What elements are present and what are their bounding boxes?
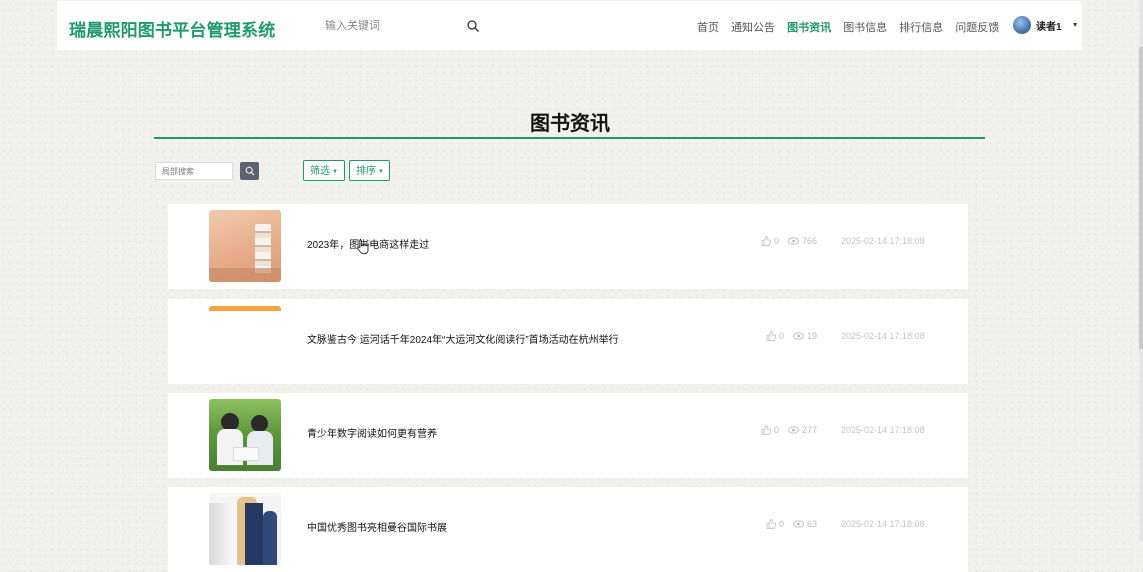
search-input[interactable] [325, 14, 465, 38]
nav-notices[interactable]: 通知公告 [731, 19, 775, 35]
news-title[interactable]: 中国优秀图书亮相曼谷国际书展 [307, 519, 447, 534]
book-cover-image [245, 503, 263, 565]
news-thumbnail[interactable] [209, 493, 281, 565]
view-count: 766 [802, 236, 818, 246]
nav-ranking[interactable]: 排行信息 [899, 19, 943, 35]
search-icon[interactable] [466, 19, 480, 33]
local-search-button[interactable] [240, 162, 259, 180]
header-search [325, 14, 485, 38]
user-name[interactable]: 读者1 [1036, 18, 1062, 33]
like-icon[interactable] [761, 425, 771, 435]
view-icon [793, 332, 804, 340]
search-icon [245, 166, 254, 176]
caret-down-icon: ▼ [332, 169, 338, 175]
like-icon[interactable] [766, 519, 776, 529]
news-item[interactable]: 2023年，图书电商这样走过 0 766 2025-02-14 17:18:08 [168, 204, 968, 289]
news-item[interactable]: 中国优秀图书亮相曼谷国际书展 0 63 2025-02-14 17:18:08 [168, 487, 968, 572]
news-date: 2025-02-14 17:18:08 [841, 519, 925, 529]
news-date: 2025-02-14 17:18:08 [841, 236, 925, 246]
news-title[interactable]: 文脉鉴古今 运河话千年2024年“大运河文化阅读行”首场活动在杭州举行 [307, 331, 619, 346]
like-icon[interactable] [766, 331, 776, 341]
news-meta: 0 277 [761, 425, 817, 435]
nav-home[interactable]: 首页 [697, 19, 719, 35]
filter-label: 筛选 [310, 166, 330, 177]
like-icon[interactable] [761, 236, 771, 246]
filter-dropdown-button[interactable]: 筛选 ▼ [303, 160, 345, 181]
local-search-input[interactable] [155, 162, 233, 180]
view-icon [788, 426, 799, 434]
title-divider [154, 137, 985, 139]
news-meta: 0 19 [766, 331, 817, 341]
like-count: 0 [774, 425, 780, 435]
brand-title[interactable]: 瑞晨熙阳图书平台管理系统 [69, 16, 275, 41]
avatar[interactable] [1013, 16, 1031, 34]
mouse-cursor-icon [357, 239, 369, 255]
user-menu[interactable]: 读者1 ▼ [1013, 16, 1079, 34]
like-count: 0 [779, 331, 785, 341]
view-icon [793, 520, 804, 528]
nav-book-info[interactable]: 图书信息 [843, 19, 887, 35]
like-count: 0 [779, 519, 785, 529]
news-thumbnail[interactable] [209, 210, 281, 282]
view-count: 277 [802, 425, 818, 435]
news-item[interactable]: 青少年数字阅读如何更有营养 0 277 2025-02-14 17:18:08 [168, 393, 968, 478]
nav-book-news[interactable]: 图书资讯 [787, 19, 831, 35]
scrollbar-thumb[interactable] [1139, 47, 1143, 349]
page-title: 图书资讯 [530, 113, 610, 135]
book-cover-image [209, 503, 239, 565]
caret-down-icon: ▼ [378, 169, 384, 175]
news-date: 2025-02-14 17:18:08 [841, 331, 925, 341]
like-count: 0 [774, 236, 780, 246]
main-nav: 首页 通知公告 图书资讯 图书信息 排行信息 问题反馈 [697, 19, 1008, 35]
table-edge [209, 268, 281, 282]
news-meta: 0 766 [761, 236, 817, 246]
news-title[interactable]: 青少年数字阅读如何更有营养 [307, 425, 437, 440]
news-thumbnail[interactable] [209, 399, 281, 471]
sort-label: 排序 [356, 166, 376, 177]
book-cover-image [263, 511, 277, 565]
nav-feedback[interactable]: 问题反馈 [955, 19, 999, 35]
top-header: 瑞晨熙阳图书平台管理系统 首页 通知公告 图书资讯 图书信息 排行信息 问题反馈… [57, 1, 1082, 50]
view-count: 19 [807, 331, 818, 341]
sort-dropdown-button[interactable]: 排序 ▼ [349, 160, 390, 181]
news-date: 2025-02-14 17:18:08 [841, 425, 925, 435]
news-item[interactable]: 文脉鉴古今 运河话千年2024年“大运河文化阅读行”首场活动在杭州举行 0 19… [168, 299, 968, 384]
news-meta: 0 63 [766, 519, 817, 529]
book-stack-image [255, 224, 271, 274]
child-figure [251, 415, 268, 432]
news-thumbnail[interactable] [209, 306, 281, 311]
book-image [233, 447, 259, 461]
view-icon [788, 237, 799, 245]
view-count: 63 [807, 519, 818, 529]
chevron-down-icon[interactable]: ▼ [1072, 22, 1079, 29]
